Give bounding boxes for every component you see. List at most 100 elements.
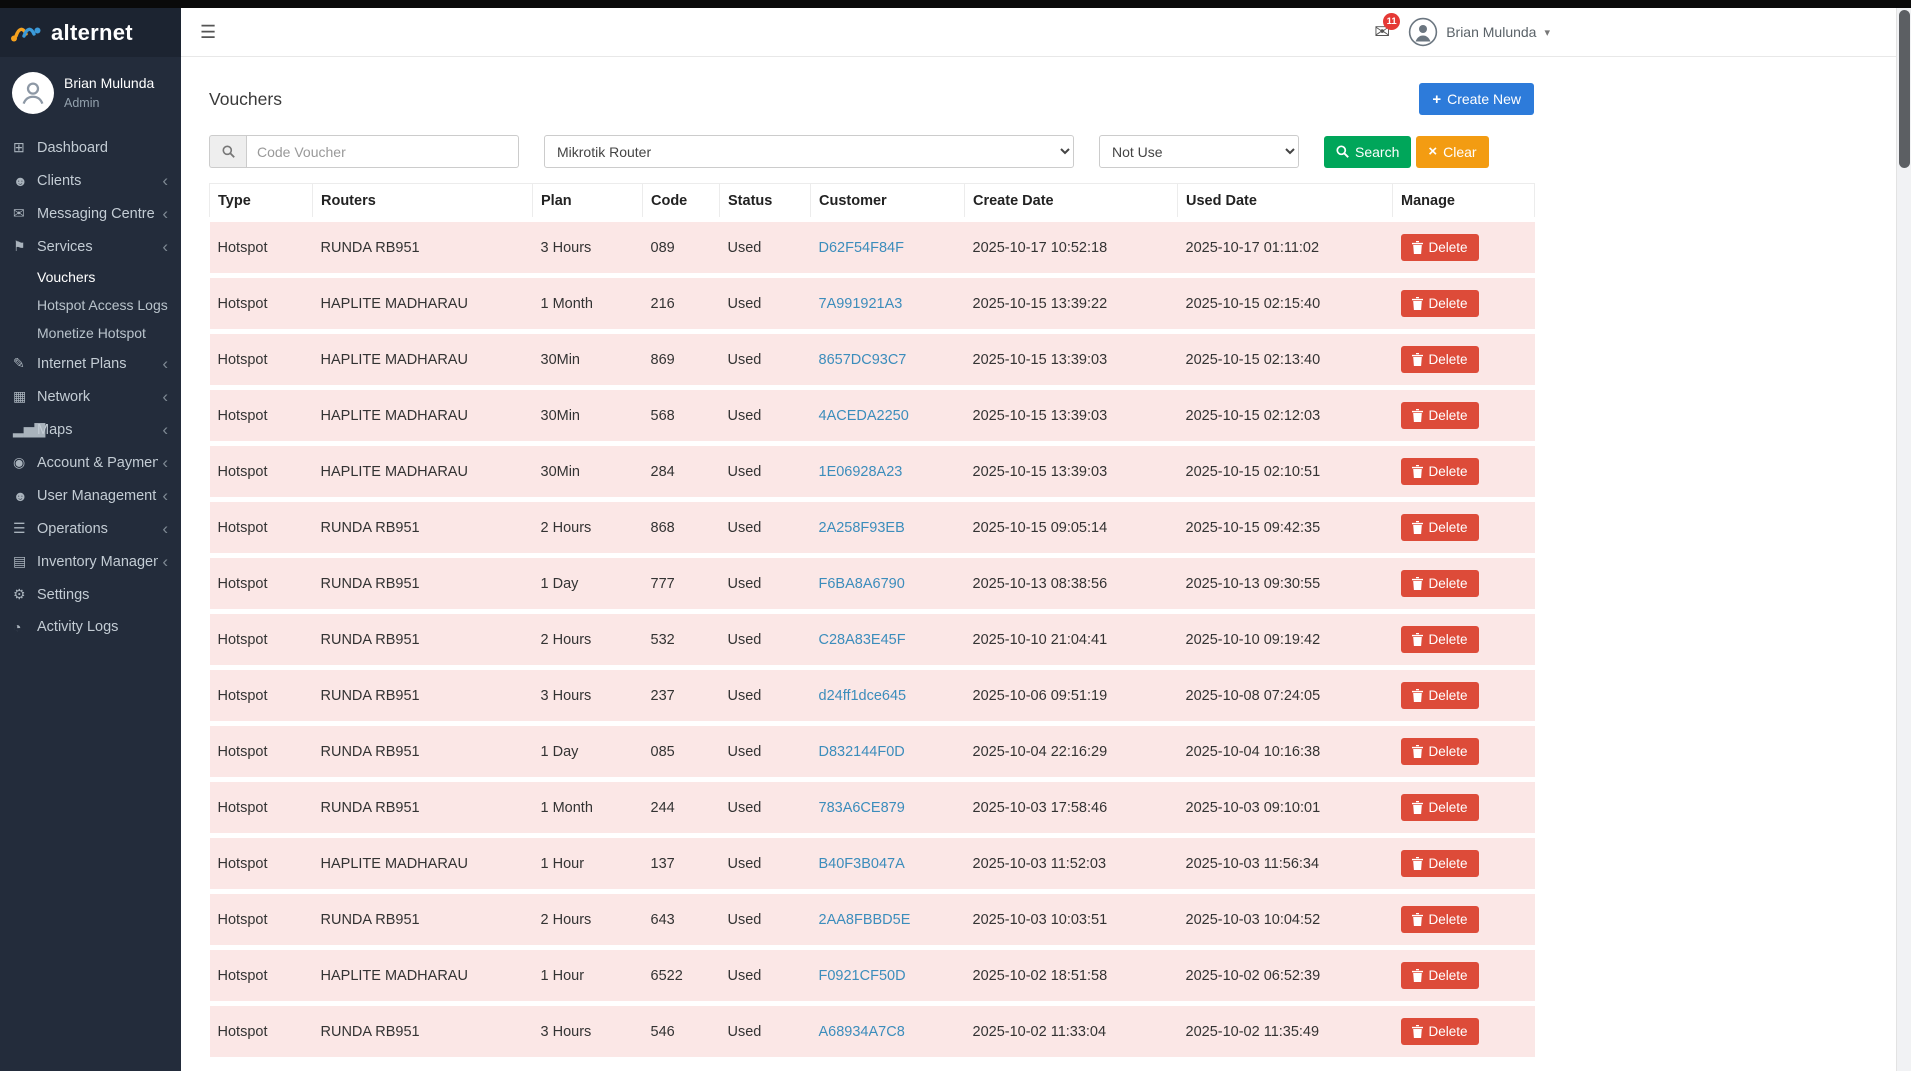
status-filter-select[interactable]: Not Use [1099, 135, 1299, 168]
window-top-strip [0, 0, 1911, 8]
customer-link[interactable]: F0921CF50D [819, 968, 906, 984]
sidebar-item[interactable]: ✉ Messaging Centre ‹ [0, 197, 181, 230]
delete-button[interactable]: Delete [1401, 794, 1479, 821]
customer-link[interactable]: B40F3B047A [819, 856, 905, 872]
cell-code: 643 [643, 892, 720, 948]
code-voucher-input[interactable] [246, 135, 519, 168]
customer-link[interactable]: C28A83E45F [819, 632, 906, 648]
sidebar-item[interactable]: Vouchers [0, 263, 181, 291]
delete-button[interactable]: Delete [1401, 850, 1479, 877]
customer-link[interactable]: D832144F0D [819, 744, 905, 760]
customer-link[interactable]: 2AA8FBBD5E [819, 912, 911, 928]
delete-button[interactable]: Delete [1401, 458, 1479, 485]
customer-link[interactable]: 7A991921A3 [819, 296, 903, 312]
menu-icon: ▤ [13, 553, 37, 570]
cell-routers: HAPLITE MADHARAU [313, 388, 533, 444]
sidebar-menu: ⊞ Dashboard ☻ Clients ‹ ✉ Messaging Cent… [0, 131, 181, 643]
cell-status: Used [720, 556, 811, 612]
cell-used-date: 2025-10-15 02:15:40 [1178, 276, 1393, 332]
menu-label: Vouchers [37, 269, 168, 285]
delete-button[interactable]: Delete [1401, 738, 1479, 765]
sidebar-item[interactable]: ☻ Clients ‹ [0, 164, 181, 197]
delete-button[interactable]: Delete [1401, 234, 1479, 261]
customer-link[interactable]: d24ff1dce645 [819, 688, 907, 704]
chevron-left-icon: ‹ [158, 487, 168, 504]
customer-link[interactable]: F6BA8A6790 [819, 576, 905, 592]
sidebar-item[interactable]: ✎ Internet Plans ‹ [0, 347, 181, 380]
delete-button[interactable]: Delete [1401, 682, 1479, 709]
chevron-left-icon: ‹ [158, 421, 168, 438]
sidebar-item[interactable]: ▦ Network ‹ [0, 380, 181, 413]
page-title: Vouchers [209, 89, 282, 110]
delete-button[interactable]: Delete [1401, 906, 1479, 933]
messages-button[interactable]: ✉ 11 [1374, 21, 1390, 44]
cell-code: 869 [643, 332, 720, 388]
cell-manage: Delete [1393, 780, 1535, 836]
delete-button[interactable]: Delete [1401, 402, 1479, 429]
cell-customer: 8657DC93C7 [811, 332, 965, 388]
delete-button[interactable]: Delete [1401, 1018, 1479, 1045]
cell-manage: Delete [1393, 332, 1535, 388]
cell-manage: Delete [1393, 724, 1535, 780]
col-create-date: Create Date [965, 184, 1178, 220]
trash-icon [1412, 241, 1423, 254]
cell-plan: 1 Month [533, 276, 643, 332]
customer-link[interactable]: 2A258F93EB [819, 520, 905, 536]
sidebar-item[interactable]: ☻ User Management ‹ [0, 479, 181, 512]
customer-link[interactable]: 783A6CE879 [819, 800, 905, 816]
sidebar-item[interactable]: ▂▅▇ Maps ‹ [0, 413, 181, 446]
hamburger-menu-icon[interactable]: ☰ [181, 22, 235, 43]
cell-used-date: 2025-10-02 06:52:39 [1178, 948, 1393, 1004]
cell-plan: 30Min [533, 388, 643, 444]
customer-link[interactable]: A68934A7C8 [819, 1024, 905, 1040]
user-menu[interactable]: Brian Mulunda ▾ [1408, 17, 1550, 47]
cell-code: 216 [643, 276, 720, 332]
cell-type: Hotspot [210, 556, 313, 612]
sidebar-item[interactable]: ⚙ Settings [0, 578, 181, 611]
table-row: Hotspot RUNDA RB951 3 Hours 237 Used d24… [210, 668, 1535, 724]
cell-code: 089 [643, 220, 720, 276]
trash-icon [1412, 913, 1423, 926]
user-icon [1408, 17, 1438, 47]
delete-button[interactable]: Delete [1401, 626, 1479, 653]
menu-icon: ▂▅▇ [13, 421, 37, 438]
menu-icon: ☰ [13, 520, 37, 537]
cell-status: Used [720, 500, 811, 556]
cell-type: Hotspot [210, 220, 313, 276]
sidebar-item[interactable]: Monetize Hotspot [0, 319, 181, 347]
clear-button[interactable]: × Clear [1416, 136, 1488, 168]
customer-link[interactable]: 1E06928A23 [819, 464, 903, 480]
customer-link[interactable]: 4ACEDA2250 [819, 408, 909, 424]
cell-manage: Delete [1393, 892, 1535, 948]
sidebar-item[interactable]: ▤ Inventory Management ‹ [0, 545, 181, 578]
customer-link[interactable]: 8657DC93C7 [819, 352, 907, 368]
delete-button[interactable]: Delete [1401, 290, 1479, 317]
sidebar-item[interactable]: ◔ Activity Logs [0, 611, 181, 643]
sidebar-item[interactable]: Hotspot Access Logs [0, 291, 181, 319]
table-row: Hotspot RUNDA RB951 2 Hours 532 Used C28… [210, 612, 1535, 668]
sidebar-item[interactable]: ☰ Operations ‹ [0, 512, 181, 545]
vertical-scrollbar[interactable] [1896, 8, 1911, 1071]
delete-button[interactable]: Delete [1401, 514, 1479, 541]
scrollbar-thumb[interactable] [1899, 10, 1910, 168]
cell-type: Hotspot [210, 948, 313, 1004]
col-used-date: Used Date [1178, 184, 1393, 220]
trash-icon [1412, 689, 1423, 702]
brand-logo-link[interactable]: alternet [0, 8, 181, 57]
table-row: Hotspot RUNDA RB951 2 Hours 643 Used 2AA… [210, 892, 1535, 948]
sidebar-item[interactable]: ◉ Account & Payments ‹ [0, 446, 181, 479]
delete-button[interactable]: Delete [1401, 962, 1479, 989]
customer-link[interactable]: D62F54F84F [819, 240, 904, 256]
table-row: Hotspot RUNDA RB951 3 Hours 089 Used D62… [210, 220, 1535, 276]
sidebar-item[interactable]: ⊞ Dashboard [0, 131, 181, 164]
col-type: Type [210, 184, 313, 220]
search-button[interactable]: Search [1324, 136, 1411, 168]
router-filter-select[interactable]: Mikrotik Router [544, 135, 1074, 168]
sidebar-item[interactable]: ⚑ Services ‹ [0, 230, 181, 263]
create-new-button[interactable]: + Create New [1419, 83, 1534, 115]
table-row: Hotspot RUNDA RB951 1 Month 244 Used 783… [210, 780, 1535, 836]
menu-icon: ☻ [13, 488, 37, 504]
delete-button[interactable]: Delete [1401, 346, 1479, 373]
user-name: Brian Mulunda [1446, 24, 1536, 40]
delete-button[interactable]: Delete [1401, 570, 1479, 597]
